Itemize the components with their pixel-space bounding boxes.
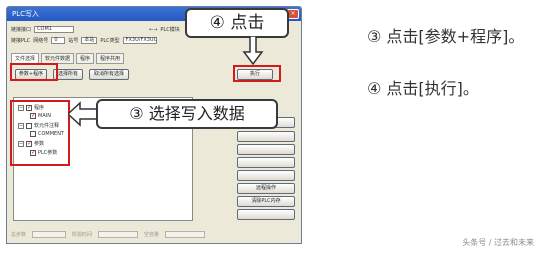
- down-arrow-icon: [242, 36, 264, 66]
- deselect-all-button[interactable]: 取消所有选择: [89, 69, 129, 80]
- left-arrow-icon: [68, 101, 98, 127]
- connection-plc-label: 链接PLC: [11, 38, 31, 44]
- side-button-2[interactable]: [237, 131, 295, 142]
- select-data-callout: ③ 选择写入数据: [96, 99, 278, 129]
- plc-module-label: PLC模块: [160, 27, 180, 33]
- tab-program[interactable]: 程序: [76, 53, 95, 64]
- instruction-step3: ③ 点击[参数+程序]。: [367, 27, 525, 46]
- tree-highlight: [10, 100, 70, 166]
- free-capacity-label: 空容量: [144, 232, 160, 238]
- status-bar: 总步数 所需时间 空容量: [11, 231, 206, 238]
- station-no-label: 站号: [68, 38, 79, 44]
- link-arrow-label: ←→: [149, 26, 158, 33]
- execute-callout: ④ 点击: [185, 8, 289, 38]
- connection-interface-label: 链接接口: [11, 27, 32, 33]
- remote-operation-button[interactable]: 远程操作: [237, 183, 295, 194]
- param-program-highlight: [10, 63, 58, 81]
- instruction-step4: ④ 点击[执行]。: [367, 79, 479, 98]
- total-steps-field: [32, 231, 67, 238]
- connection-interface-row: 链接接口 COM1 ←→ PLC模块: [11, 26, 180, 33]
- side-button-8[interactable]: [237, 209, 295, 220]
- required-time-field: [98, 231, 139, 238]
- required-time-label: 所需时间: [72, 232, 93, 238]
- network-no-label: 网络号: [33, 38, 49, 44]
- side-button-5[interactable]: [237, 170, 295, 181]
- connection-plc-row: 链接PLC 网络号 0 站号 本站 PLC类型 FX3U/FX3UC: [11, 37, 157, 44]
- clear-plc-memory-button[interactable]: 清除PLC内存: [237, 196, 295, 207]
- watermark: 头条号 / 过去和未来: [462, 238, 534, 247]
- free-capacity-field: [165, 231, 206, 238]
- total-steps-label: 总步数: [11, 232, 27, 238]
- plc-type-field: FX3U/FX3UC: [122, 37, 157, 44]
- connection-interface-field: COM1: [34, 26, 75, 33]
- side-button-4[interactable]: [237, 157, 295, 168]
- plc-type-label: PLC类型: [100, 38, 120, 44]
- station-no-field: 本站: [81, 37, 98, 44]
- tab-program-common[interactable]: 程序共用: [96, 53, 125, 64]
- execute-highlight: [233, 65, 281, 82]
- network-no-field: 0: [51, 37, 66, 44]
- side-button-3[interactable]: [237, 144, 295, 155]
